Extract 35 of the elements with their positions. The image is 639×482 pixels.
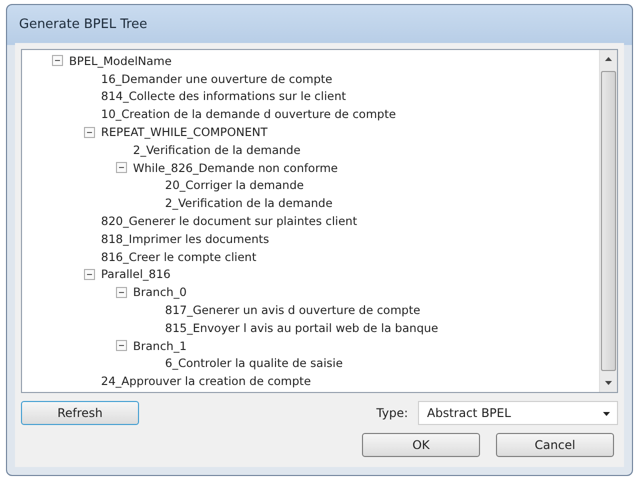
collapse-icon[interactable] [84,268,95,280]
tree-item[interactable]: Parallel_816 [101,267,171,282]
tree-item[interactable]: Branch_0 [133,285,187,300]
tree-item[interactable]: 815_Envoyer l avis au portail web de la banque [165,320,438,335]
tree-item[interactable]: 818_Imprimer les documents [101,232,270,246]
tree-item[interactable]: 24_Approuver la creation de compte [101,374,311,388]
collapse-icon[interactable] [52,55,63,66]
tree-item[interactable]: 6_Controler la qualite de saisie [165,356,343,370]
tree-item[interactable]: 816_Creer le compte client [101,250,256,264]
tree-item[interactable]: 814_Collecte des informations sur le client [101,89,346,104]
collapse-icon[interactable] [116,340,127,352]
type-label: Type: [376,406,408,420]
ok-button[interactable]: OK [362,433,480,457]
scroll-down-icon[interactable] [604,378,613,387]
tree-item[interactable]: Branch_1 [133,338,187,353]
tree-item[interactable]: 2_Verification de la demande [165,196,333,210]
tree-item[interactable]: BPEL_ModelName [69,54,172,68]
scroll-thumb[interactable] [601,71,616,371]
tree-item[interactable]: 817_Generer un avis d ouverture de compte [165,303,420,318]
type-dropdown[interactable]: Abstract BPEL [418,401,618,425]
tree-item[interactable]: REPEAT_WHILE_COMPONENT [101,125,268,140]
tree-item[interactable]: While_826_Demande non conforme [133,160,338,175]
collapse-icon[interactable] [116,286,127,298]
tree-item[interactable]: 2_Verification de la demande [133,142,301,157]
tree-item[interactable]: 16_Demander une ouverture de compte [101,72,332,86]
tree-item[interactable]: 10_Creation de la demande d ouverture de compte [101,107,396,122]
scrollbar[interactable] [599,50,617,392]
collapse-icon[interactable] [116,162,127,174]
collapse-icon[interactable] [84,126,95,138]
tree-item[interactable]: 820_Generer le document sur plaintes client [101,214,358,228]
window-title: Generate BPEL Tree [18,16,148,34]
scroll-up-icon[interactable] [604,55,613,64]
cancel-button[interactable]: Cancel [496,433,614,457]
tree-item[interactable]: 20_Corriger la demande [165,178,304,192]
refresh-button[interactable]: Refresh [21,401,139,425]
